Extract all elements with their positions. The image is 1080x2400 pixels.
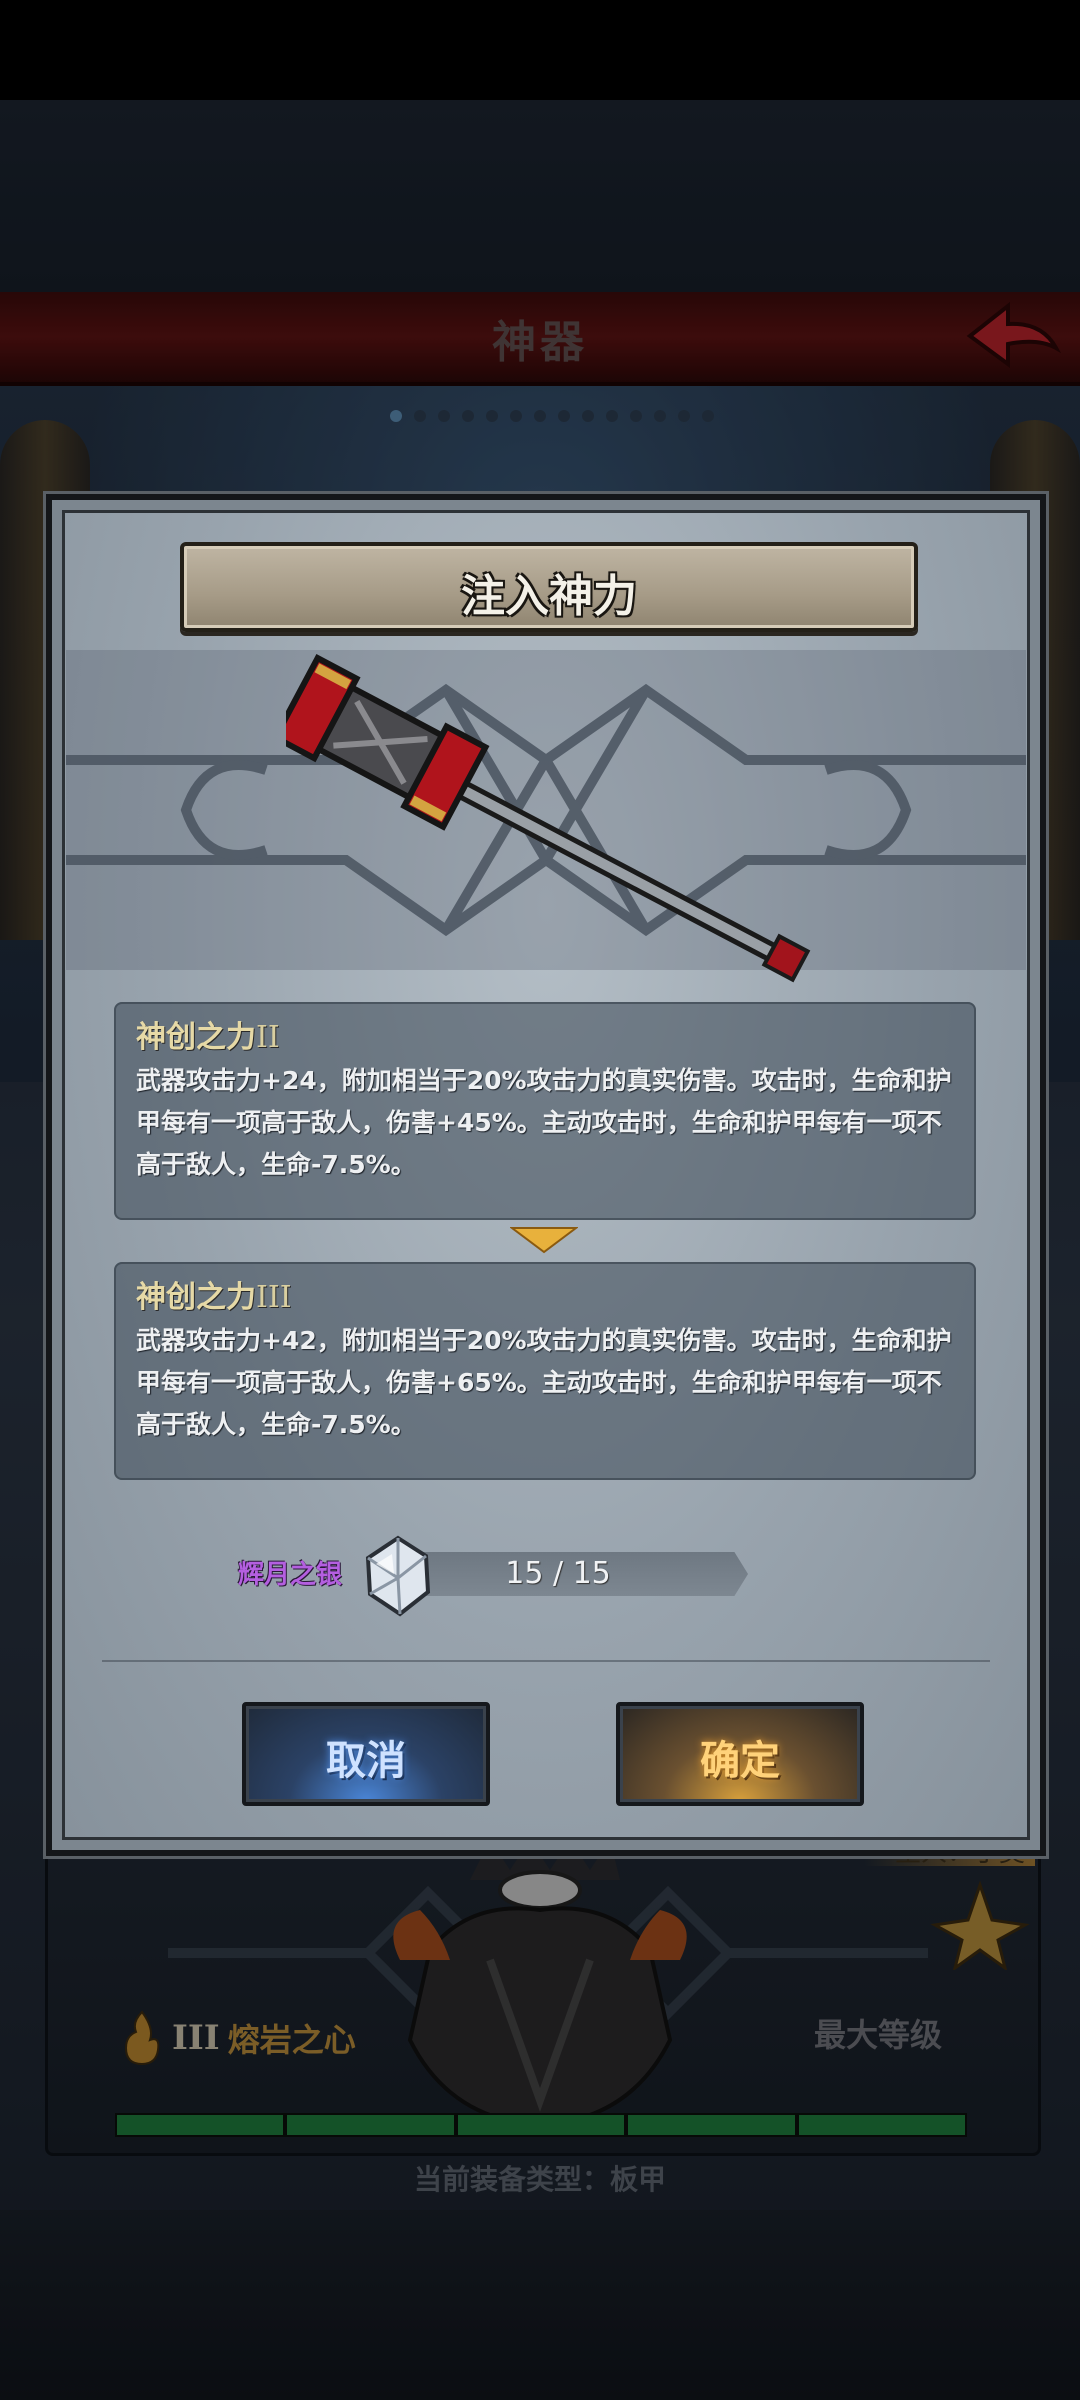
cost-row: 辉月之银 15 / 15 (238, 1534, 798, 1617)
current-effect-rank: II (256, 1020, 280, 1055)
cancel-button[interactable]: 取消 (242, 1702, 490, 1806)
cost-amount: 15 / 15 (505, 1556, 611, 1591)
confirm-button-label: 确定 (700, 1738, 780, 1784)
dialog-banner: 注入神力 (180, 542, 918, 632)
cancel-button-label: 取消 (326, 1738, 406, 1784)
current-effect-box: 神创之力II 武器攻击力+24，附加相当于20%攻击力的真实伤害。攻击时，生命和… (114, 1002, 976, 1220)
infuse-dialog: 注入神力 神创之力II 武器攻击力+24，附加相当于20%攻击力的真实伤害。攻击… (46, 494, 1046, 1856)
next-effect-rank: III (256, 1280, 292, 1315)
cost-material-name: 辉月之银 (238, 1560, 343, 1590)
crystal-icon (365, 1535, 431, 1617)
dialog-title: 注入神力 (461, 571, 637, 622)
next-effect-description: 武器攻击力+42，附加相当于20%攻击力的真实伤害。攻击时，生命和护甲每有一项高… (136, 1326, 952, 1439)
next-effect-name: 神创之力III (136, 1280, 292, 1315)
current-effect-description: 武器攻击力+24，附加相当于20%攻击力的真实伤害。攻击时，生命和护甲每有一项高… (136, 1066, 952, 1179)
down-arrow-icon (510, 1227, 578, 1254)
divider (102, 1660, 990, 1662)
hammer-weapon-image (286, 653, 811, 983)
next-effect-box: 神创之力III 武器攻击力+42，附加相当于20%攻击力的真实伤害。攻击时，生命… (114, 1262, 976, 1480)
current-effect-name: 神创之力II (136, 1020, 280, 1055)
weapon-display (66, 650, 1026, 983)
confirm-button[interactable]: 确定 (616, 1702, 864, 1806)
